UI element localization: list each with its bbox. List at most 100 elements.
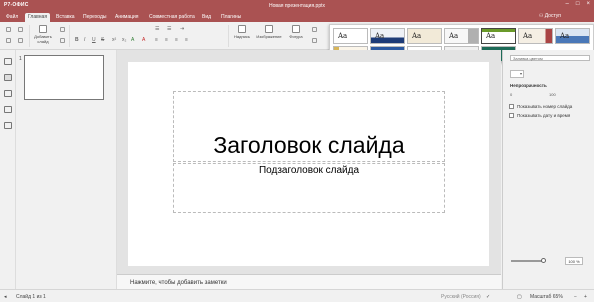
right-panel: Заливка цветом ▾ Непрозрачность 0 100: [502, 50, 594, 289]
close-icon[interactable]: ×: [586, 1, 590, 7]
divider: [69, 25, 70, 47]
add-slide-button[interactable]: Добавить слайд: [31, 25, 55, 44]
tab-plugins[interactable]: Плагины: [218, 13, 244, 22]
copy-icon[interactable]: [6, 27, 11, 32]
redo-icon[interactable]: [18, 38, 23, 43]
layout-icon[interactable]: [60, 27, 65, 32]
search-icon[interactable]: [4, 58, 12, 65]
tab-home[interactable]: Главная: [25, 13, 51, 22]
slides-icon[interactable]: [4, 74, 12, 81]
opacity-slider[interactable]: [511, 260, 543, 262]
image-icon: [265, 25, 273, 33]
chevron-down-icon: ▾: [519, 71, 522, 76]
textbox-button[interactable]: Надпись: [231, 25, 253, 39]
theme-sample-text: Aa: [412, 32, 422, 40]
tab-view[interactable]: Вид: [199, 13, 214, 22]
subtitle-placeholder[interactable]: Подзаголовок слайда: [173, 163, 445, 213]
slide-thumbnails: 1: [16, 50, 117, 289]
fit-page-icon[interactable]: ▢: [517, 294, 522, 300]
highlight-icon[interactable]: A: [131, 37, 134, 43]
bullets-icon[interactable]: ☰: [155, 26, 159, 32]
status-nav-icon[interactable]: ◂: [4, 294, 7, 300]
language-indicator[interactable]: Русский (Россия): [441, 294, 481, 300]
fill-color-picker[interactable]: ▾: [510, 70, 524, 78]
superscript-icon[interactable]: x²: [112, 37, 116, 43]
indent-icon[interactable]: ⇥: [180, 26, 184, 32]
notes-panel[interactable]: Нажмите, чтобы добавить заметки: [117, 274, 501, 289]
slide-title: Заголовок слайда: [213, 132, 405, 158]
image-button[interactable]: Изображение: [254, 25, 284, 39]
add-slide-icon: [39, 25, 47, 33]
theme-sample-text: Aa: [338, 32, 348, 40]
notes-placeholder: Нажмите, чтобы добавить заметки: [130, 280, 227, 286]
title-placeholder[interactable]: Заголовок слайда: [173, 91, 445, 162]
editor-canvas: Заголовок слайда Подзаголовок слайда: [117, 50, 501, 274]
align-center-icon[interactable]: ≡: [165, 37, 168, 43]
window-controls: – □ ×: [566, 1, 590, 7]
divider: [228, 25, 229, 47]
fill-type-select[interactable]: Заливка цветом: [510, 55, 590, 61]
align-shape-icon[interactable]: [312, 38, 317, 43]
access-button[interactable]: ⚇ Доступ: [539, 13, 561, 19]
zoom-level[interactable]: Масштаб 65%: [530, 294, 563, 300]
document-title: Новая презентация.pptx: [268, 2, 326, 9]
left-sidebar: [0, 50, 16, 289]
slide[interactable]: Заголовок слайда Подзаголовок слайда: [128, 62, 489, 266]
underline-icon[interactable]: U: [92, 37, 96, 43]
tab-collaboration[interactable]: Совместная работа: [146, 13, 198, 22]
comments-icon[interactable]: [4, 90, 12, 97]
show-date-label: Показывать дату и время: [517, 113, 571, 118]
italic-icon[interactable]: I: [84, 37, 85, 43]
strike-icon[interactable]: S: [101, 37, 104, 43]
slide-counter: Слайд 1 из 1: [16, 294, 46, 300]
shape-button[interactable]: Фигура: [285, 25, 307, 39]
paste-icon[interactable]: [18, 27, 23, 32]
opacity-input[interactable]: 100 %: [565, 257, 583, 265]
reset-icon[interactable]: [60, 38, 65, 43]
font-color-icon[interactable]: A: [142, 37, 145, 43]
align-right-icon[interactable]: ≡: [175, 37, 178, 43]
slide-subtitle: Подзаголовок слайда: [258, 165, 360, 176]
chat-icon[interactable]: [4, 106, 12, 113]
arrange-icon[interactable]: [312, 27, 317, 32]
theme-thumb-selected[interactable]: Aa: [481, 28, 516, 44]
justify-icon[interactable]: ≡: [185, 37, 188, 43]
tab-insert[interactable]: Вставка: [53, 13, 78, 22]
theme-sample-text: Aa: [449, 32, 459, 40]
theme-sample-text: Aa: [523, 32, 533, 40]
theme-thumb[interactable]: Aa: [444, 28, 479, 44]
fill-type-value: Заливка цветом: [513, 56, 543, 61]
theme-sample-text: Aa: [486, 32, 496, 40]
theme-thumb[interactable]: Aa: [333, 28, 368, 44]
image-label: Изображение: [256, 34, 282, 39]
slide-thumbnail[interactable]: [24, 55, 104, 100]
undo-icon[interactable]: [6, 38, 11, 43]
align-left-icon[interactable]: ≡: [155, 37, 158, 43]
slider-max: 100: [549, 92, 556, 97]
show-date-checkbox[interactable]: [509, 113, 514, 118]
bold-icon[interactable]: B: [75, 37, 79, 43]
theme-thumb[interactable]: Aa: [518, 28, 553, 44]
numbering-icon[interactable]: ☰: [167, 26, 171, 32]
spellcheck-icon[interactable]: ✓: [486, 294, 490, 300]
title-bar: Р7-ОФИС Новая презентация.pptx – □ ×: [0, 0, 594, 11]
theme-thumb[interactable]: Aa: [407, 28, 442, 44]
zoom-out-icon[interactable]: −: [574, 294, 577, 300]
show-slide-number-checkbox[interactable]: [509, 104, 514, 109]
opacity-label: Непрозрачность: [510, 83, 547, 88]
show-slide-number-label: Показывать номер слайда: [517, 104, 573, 109]
minimize-icon[interactable]: –: [566, 1, 569, 7]
thumbnail-number: 1: [19, 56, 22, 62]
about-icon[interactable]: [4, 122, 12, 129]
tab-file[interactable]: Файл: [3, 13, 21, 22]
maximize-icon[interactable]: □: [576, 1, 580, 7]
opacity-slider-handle[interactable]: [541, 258, 546, 263]
slider-min: 0: [510, 92, 513, 97]
subscript-icon[interactable]: x₂: [122, 37, 126, 43]
zoom-in-icon[interactable]: +: [584, 294, 587, 300]
tab-transitions[interactable]: Переходы: [80, 13, 109, 22]
shape-label: Фигура: [289, 34, 303, 39]
tab-animation[interactable]: Анимация: [112, 13, 141, 22]
theme-thumb[interactable]: Aa: [370, 28, 405, 44]
theme-thumb[interactable]: Aa: [555, 28, 590, 44]
